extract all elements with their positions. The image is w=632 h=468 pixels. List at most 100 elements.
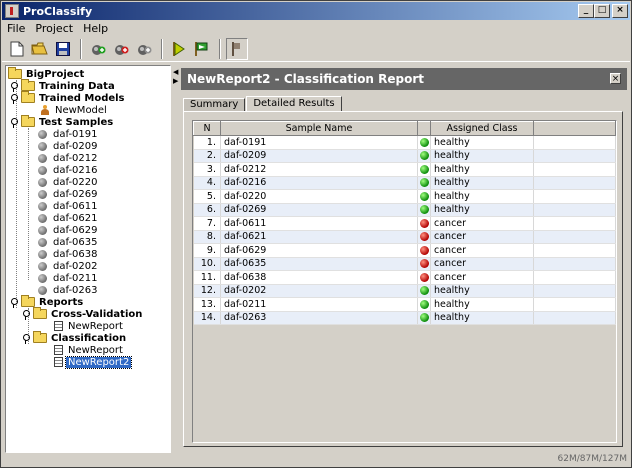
- tree-node-sample[interactable]: daf-0209: [38, 140, 100, 152]
- maximize-button[interactable]: □: [594, 4, 610, 18]
- add-gray-button[interactable]: [133, 38, 155, 60]
- table-row[interactable]: 5. daf-0220 healthy: [193, 189, 616, 204]
- new-file-button[interactable]: [6, 38, 28, 60]
- tree-node-cross-validation[interactable]: Cross-Validation: [22, 307, 144, 320]
- tab-summary[interactable]: Summary: [183, 98, 246, 111]
- tree-node-classification[interactable]: Classification: [22, 331, 128, 344]
- open-button[interactable]: [29, 38, 51, 60]
- sample-icon: [38, 141, 47, 151]
- tree-node-cl-report2[interactable]: NewReport2: [54, 355, 133, 369]
- sample-name: daf-0202: [220, 284, 418, 298]
- tree-node-sample[interactable]: daf-0638: [38, 248, 100, 260]
- app-icon: [5, 4, 19, 18]
- tree-node-sample[interactable]: daf-0629: [38, 224, 100, 236]
- row-number: 2.: [193, 149, 221, 163]
- sample-icon: [38, 153, 47, 163]
- expand-handle-icon[interactable]: [22, 334, 30, 344]
- column-header[interactable]: Assigned Class: [430, 121, 534, 136]
- menu-project[interactable]: Project: [30, 22, 78, 35]
- tree-node-sample[interactable]: daf-0191: [38, 128, 100, 140]
- table-row[interactable]: 1. daf-0191 healthy: [193, 135, 616, 150]
- sample-name: daf-0209: [220, 149, 418, 163]
- add-red-button[interactable]: [110, 38, 132, 60]
- tree-label: daf-0629: [53, 224, 98, 236]
- table-row[interactable]: 3. daf-0212 healthy: [193, 162, 616, 177]
- table-row[interactable]: 10. daf-0635 cancer: [193, 257, 616, 271]
- tree-node-sample[interactable]: daf-0211: [38, 272, 100, 284]
- table-row[interactable]: 14. daf-0263 healthy: [193, 311, 616, 325]
- column-header[interactable]: [533, 121, 616, 136]
- tree-node-test-samples[interactable]: Test Samples: [10, 115, 115, 128]
- close-report-icon[interactable]: ×: [610, 73, 621, 84]
- table-row[interactable]: 2. daf-0209 healthy: [193, 149, 616, 163]
- save-button[interactable]: [52, 38, 74, 60]
- title-bar[interactable]: ProClassify _ □ ×: [2, 2, 630, 20]
- table-row[interactable]: 9. daf-0629 cancer: [193, 243, 616, 258]
- tree-node-sample[interactable]: daf-0611: [38, 200, 100, 212]
- expand-handle-icon[interactable]: [10, 82, 18, 92]
- tree-label: NewReport2: [64, 355, 133, 369]
- status-cell: [417, 162, 431, 177]
- close-button[interactable]: ×: [612, 4, 628, 18]
- panel-splitter[interactable]: ◀ ▶: [171, 65, 179, 453]
- add-green-button[interactable]: [87, 38, 109, 60]
- row-number: 4.: [193, 176, 221, 190]
- expand-handle-icon[interactable]: [10, 118, 18, 128]
- collapse-left-icon[interactable]: ◀: [173, 69, 178, 76]
- tree-node-model[interactable]: NewModel: [40, 104, 109, 116]
- project-tree[interactable]: BigProject Training Data Trained Models …: [5, 65, 171, 453]
- app-window: ProClassify _ □ × File Project Help BigP…: [0, 0, 632, 468]
- run-button[interactable]: [168, 38, 190, 60]
- tree-node-sample[interactable]: daf-0216: [38, 164, 100, 176]
- tree-node-root[interactable]: BigProject: [8, 67, 86, 80]
- expand-handle-icon[interactable]: [10, 298, 18, 308]
- tree-node-sample[interactable]: daf-0212: [38, 152, 100, 164]
- column-header[interactable]: Sample Name: [220, 121, 418, 136]
- row-number: 3.: [193, 162, 221, 177]
- sample-name: daf-0212: [220, 162, 418, 177]
- table-row[interactable]: 6. daf-0269 healthy: [193, 203, 616, 217]
- table-row[interactable]: 11. daf-0638 cancer: [193, 270, 616, 285]
- sample-name: daf-0191: [220, 135, 418, 150]
- tree-node-sample[interactable]: daf-0269: [38, 188, 100, 200]
- table-row[interactable]: 7. daf-0611 cancer: [193, 216, 616, 231]
- expand-handle-icon[interactable]: [22, 310, 30, 320]
- report-tabs: Summary Detailed Results: [183, 96, 343, 112]
- menu-help[interactable]: Help: [78, 22, 113, 35]
- add-red-icon: [115, 44, 129, 55]
- tree-node-reports[interactable]: Reports: [10, 295, 85, 308]
- tree-node-cl-report[interactable]: NewReport: [54, 344, 125, 356]
- window-controls: _ □ ×: [578, 4, 628, 18]
- sample-icon: [38, 189, 47, 199]
- minimize-button[interactable]: _: [578, 4, 594, 18]
- expand-right-icon[interactable]: ▶: [173, 78, 178, 85]
- run-report-button[interactable]: [191, 38, 213, 60]
- table-row[interactable]: 13. daf-0211 healthy: [193, 297, 616, 312]
- row-number: 10.: [193, 257, 221, 271]
- tree-node-sample[interactable]: daf-0220: [38, 176, 100, 188]
- sample-name: daf-0263: [220, 311, 418, 325]
- tree-label: BigProject: [26, 68, 85, 80]
- tree-node-sample[interactable]: daf-0621: [38, 212, 100, 224]
- table-row[interactable]: 12. daf-0202 healthy: [193, 284, 616, 298]
- flag-button[interactable]: [226, 37, 248, 60]
- red-status-icon: [419, 218, 429, 228]
- table-row[interactable]: 4. daf-0216 healthy: [193, 176, 616, 190]
- tree-node-sample[interactable]: daf-0202: [38, 260, 100, 272]
- empty-cell: [533, 230, 616, 244]
- sample-name: daf-0638: [220, 270, 418, 285]
- table-row[interactable]: 8. daf-0621 cancer: [193, 230, 616, 244]
- tab-detailed-results[interactable]: Detailed Results: [246, 96, 342, 112]
- expand-handle-icon[interactable]: [10, 94, 18, 104]
- column-header[interactable]: [417, 121, 431, 136]
- tree-label: daf-0211: [53, 272, 98, 284]
- row-number: 13.: [193, 297, 221, 312]
- tree-node-cv-report[interactable]: NewReport: [54, 320, 125, 332]
- tree-node-trained-models[interactable]: Trained Models: [10, 91, 127, 104]
- tree-node-sample[interactable]: daf-0263: [38, 284, 100, 296]
- row-number: 11.: [193, 270, 221, 285]
- column-header[interactable]: N: [193, 121, 221, 136]
- status-cell: [417, 176, 431, 190]
- menu-file[interactable]: File: [2, 22, 30, 35]
- tree-node-sample[interactable]: daf-0635: [38, 236, 100, 248]
